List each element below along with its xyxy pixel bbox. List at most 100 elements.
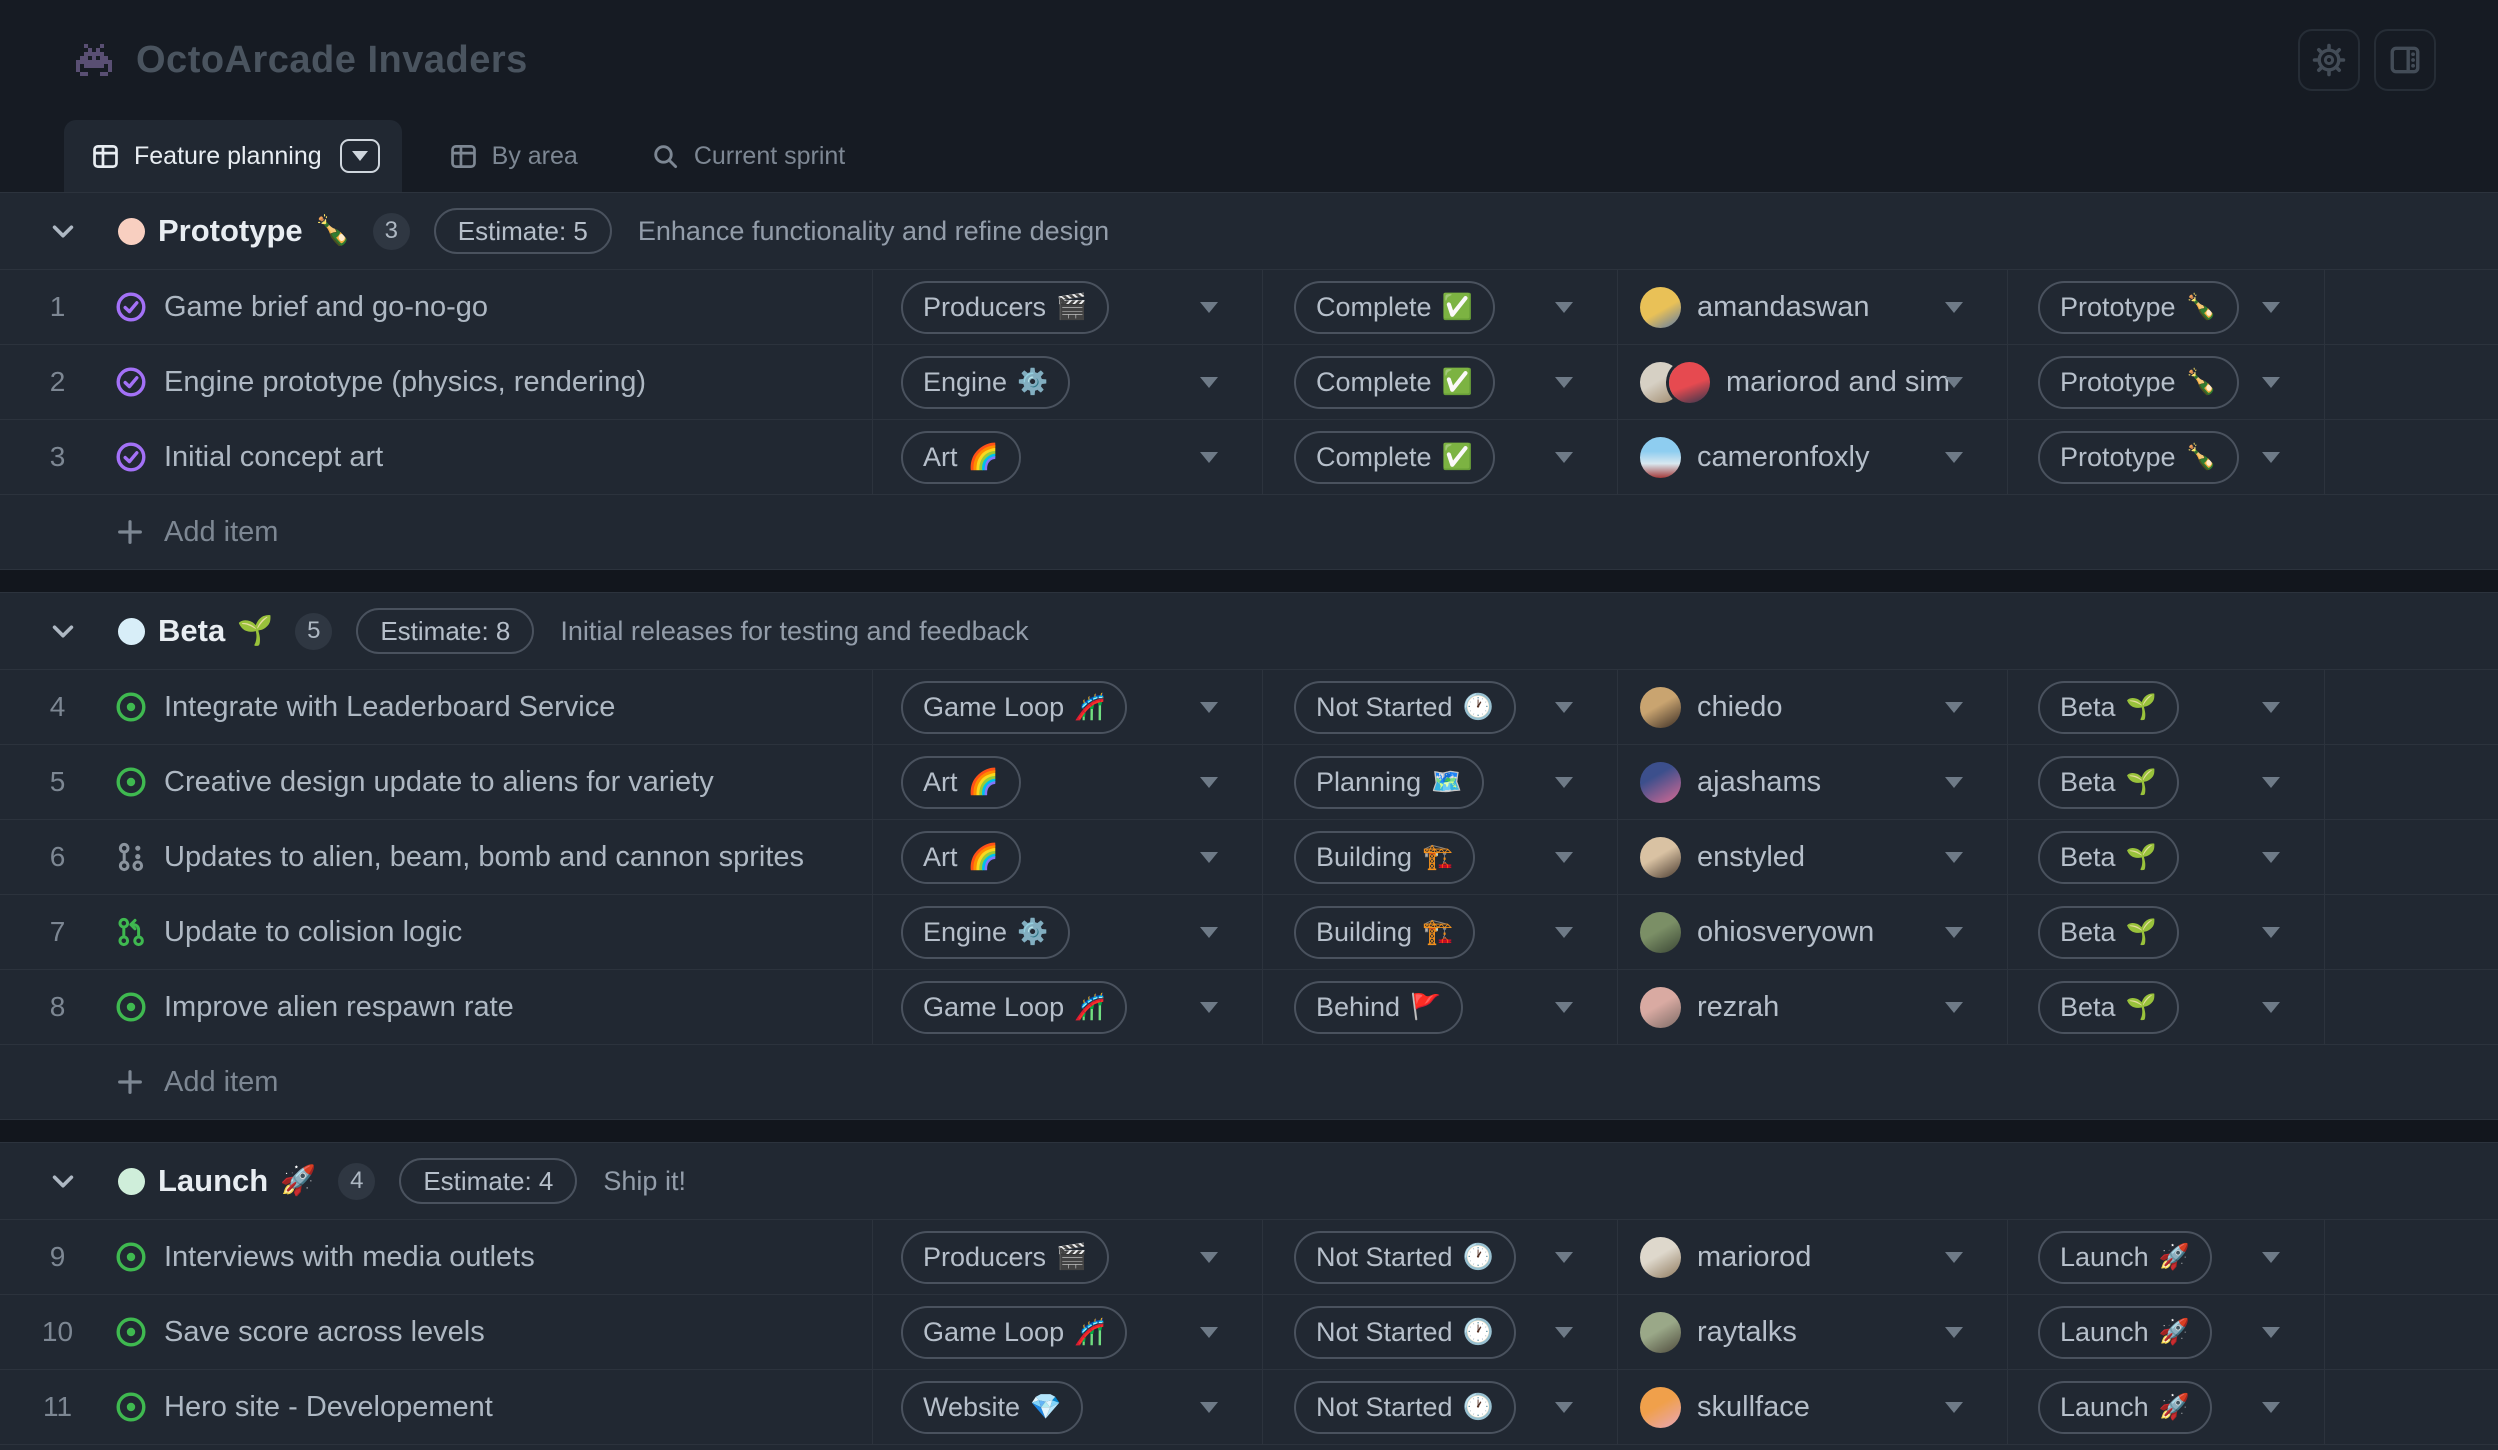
tab-by-area[interactable]: By area: [424, 120, 604, 192]
phase-pill[interactable]: Beta🌱: [2038, 831, 2179, 884]
dropdown-caret-icon[interactable]: [1200, 927, 1218, 938]
dropdown-caret-icon[interactable]: [1555, 452, 1573, 463]
task-cell[interactable]: 6 Updates to alien, beam, bomb and canno…: [0, 820, 873, 894]
dropdown-caret-icon[interactable]: [1555, 1327, 1573, 1338]
task-cell[interactable]: 10 Save score across levels: [0, 1295, 873, 1369]
area-pill[interactable]: Game Loop🎢: [901, 681, 1127, 734]
phase-pill[interactable]: Prototype🍾: [2038, 431, 2239, 484]
dropdown-caret-icon[interactable]: [1200, 452, 1218, 463]
dropdown-caret-icon[interactable]: [2262, 1402, 2280, 1413]
phase-cell[interactable]: Beta🌱: [2008, 670, 2325, 744]
dropdown-caret-icon[interactable]: [1555, 1002, 1573, 1013]
dropdown-caret-icon[interactable]: [1200, 777, 1218, 788]
area-cell[interactable]: Engine⚙️: [873, 895, 1263, 969]
dropdown-caret-icon[interactable]: [1945, 1252, 1963, 1263]
collapse-chevron-icon[interactable]: [48, 216, 78, 246]
phase-cell[interactable]: Prototype🍾: [2008, 345, 2325, 419]
dropdown-caret-icon[interactable]: [1945, 852, 1963, 863]
phase-pill[interactable]: Launch🚀: [2038, 1381, 2212, 1434]
task-title[interactable]: Game brief and go-no-go: [164, 291, 488, 324]
task-cell[interactable]: 4 Integrate with Leaderboard Service: [0, 670, 873, 744]
area-pill[interactable]: Game Loop🎢: [901, 1306, 1127, 1359]
dropdown-caret-icon[interactable]: [1200, 302, 1218, 313]
status-cell[interactable]: Complete✅: [1263, 345, 1618, 419]
area-pill[interactable]: Engine⚙️: [901, 906, 1070, 959]
dropdown-caret-icon[interactable]: [1555, 1252, 1573, 1263]
add-item-button[interactable]: Add item: [0, 1044, 2498, 1119]
dropdown-caret-icon[interactable]: [1945, 927, 1963, 938]
assignee-cell[interactable]: chiedo: [1618, 670, 2008, 744]
dropdown-caret-icon[interactable]: [2262, 302, 2280, 313]
assignee-cell[interactable]: ajashams: [1618, 745, 2008, 819]
dropdown-caret-icon[interactable]: [1945, 702, 1963, 713]
dropdown-caret-icon[interactable]: [1200, 852, 1218, 863]
dropdown-caret-icon[interactable]: [2262, 1252, 2280, 1263]
tab-menu-button[interactable]: [340, 139, 380, 173]
phase-cell[interactable]: Beta🌱: [2008, 820, 2325, 894]
phase-pill[interactable]: Beta🌱: [2038, 681, 2179, 734]
dropdown-caret-icon[interactable]: [1945, 452, 1963, 463]
area-cell[interactable]: Engine⚙️: [873, 345, 1263, 419]
task-title[interactable]: Integrate with Leaderboard Service: [164, 691, 615, 724]
task-cell[interactable]: 8 Improve alien respawn rate: [0, 970, 873, 1044]
status-pill[interactable]: Not Started🕐: [1294, 1306, 1516, 1359]
dropdown-caret-icon[interactable]: [1200, 1402, 1218, 1413]
status-pill[interactable]: Complete✅: [1294, 281, 1495, 334]
area-cell[interactable]: Game Loop🎢: [873, 670, 1263, 744]
area-pill[interactable]: Website💎: [901, 1381, 1083, 1434]
dropdown-caret-icon[interactable]: [1200, 1252, 1218, 1263]
status-cell[interactable]: Complete✅: [1263, 420, 1618, 494]
phase-pill[interactable]: Beta🌱: [2038, 981, 2179, 1034]
dropdown-caret-icon[interactable]: [1555, 702, 1573, 713]
phase-cell[interactable]: Beta🌱: [2008, 970, 2325, 1044]
phase-cell[interactable]: Beta🌱: [2008, 745, 2325, 819]
add-item-button[interactable]: Add item: [0, 494, 2498, 569]
area-cell[interactable]: Game Loop🎢: [873, 970, 1263, 1044]
tab-feature-planning[interactable]: Feature planning: [64, 120, 402, 192]
assignee-cell[interactable]: mariorod: [1618, 1220, 2008, 1294]
dropdown-caret-icon[interactable]: [2262, 1327, 2280, 1338]
task-title[interactable]: Improve alien respawn rate: [164, 991, 514, 1024]
dropdown-caret-icon[interactable]: [2262, 852, 2280, 863]
phase-pill[interactable]: Beta🌱: [2038, 906, 2179, 959]
dropdown-caret-icon[interactable]: [1200, 377, 1218, 388]
dropdown-caret-icon[interactable]: [2262, 777, 2280, 788]
area-cell[interactable]: Art🌈: [873, 745, 1263, 819]
phase-pill[interactable]: Launch🚀: [2038, 1306, 2212, 1359]
task-title[interactable]: Engine prototype (physics, rendering): [164, 366, 646, 399]
status-cell[interactable]: Complete✅: [1263, 270, 1618, 344]
dropdown-caret-icon[interactable]: [1200, 1002, 1218, 1013]
task-cell[interactable]: 9 Interviews with media outlets: [0, 1220, 873, 1294]
area-pill[interactable]: Art🌈: [901, 831, 1021, 884]
dropdown-caret-icon[interactable]: [2262, 1002, 2280, 1013]
task-cell[interactable]: 11 Hero site - Developement: [0, 1370, 873, 1444]
dropdown-caret-icon[interactable]: [1200, 1327, 1218, 1338]
dropdown-caret-icon[interactable]: [2262, 927, 2280, 938]
status-pill[interactable]: Building🏗️: [1294, 906, 1475, 959]
assignee-cell[interactable]: raytalks: [1618, 1295, 2008, 1369]
area-pill[interactable]: Art🌈: [901, 431, 1021, 484]
collapse-chevron-icon[interactable]: [48, 616, 78, 646]
phase-cell[interactable]: Prototype🍾: [2008, 420, 2325, 494]
dropdown-caret-icon[interactable]: [1945, 1402, 1963, 1413]
tab-current-sprint[interactable]: Current sprint: [626, 120, 871, 192]
dropdown-caret-icon[interactable]: [1555, 302, 1573, 313]
task-title[interactable]: Update to colision logic: [164, 916, 462, 949]
task-cell[interactable]: 1 Game brief and go-no-go: [0, 270, 873, 344]
status-pill[interactable]: Building🏗️: [1294, 831, 1475, 884]
assignee-cell[interactable]: amandaswan: [1618, 270, 2008, 344]
dropdown-caret-icon[interactable]: [1945, 377, 1963, 388]
area-cell[interactable]: Art🌈: [873, 420, 1263, 494]
task-title[interactable]: Interviews with media outlets: [164, 1241, 535, 1274]
task-title[interactable]: Creative design update to aliens for var…: [164, 766, 714, 799]
dropdown-caret-icon[interactable]: [1555, 377, 1573, 388]
status-cell[interactable]: Building🏗️: [1263, 820, 1618, 894]
assignee-cell[interactable]: enstyled: [1618, 820, 2008, 894]
status-cell[interactable]: Not Started🕐: [1263, 1295, 1618, 1369]
phase-pill[interactable]: Launch🚀: [2038, 1231, 2212, 1284]
status-pill[interactable]: Not Started🕐: [1294, 1381, 1516, 1434]
dropdown-caret-icon[interactable]: [1555, 927, 1573, 938]
dropdown-caret-icon[interactable]: [1945, 1002, 1963, 1013]
phase-pill[interactable]: Beta🌱: [2038, 756, 2179, 809]
status-cell[interactable]: Building🏗️: [1263, 895, 1618, 969]
